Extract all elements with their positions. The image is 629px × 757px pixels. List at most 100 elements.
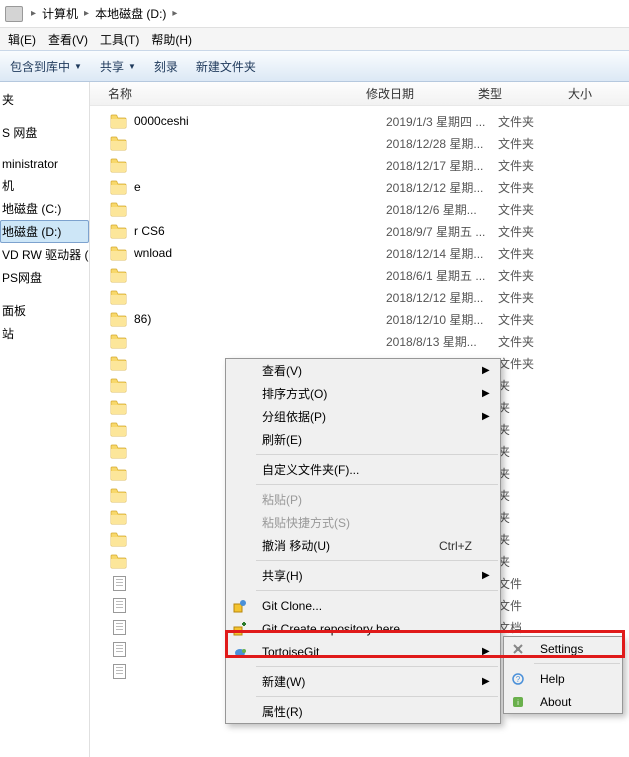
menu-item-label: Help	[532, 672, 604, 686]
menu-item-label: 查看(V)	[254, 362, 482, 379]
document-icon	[110, 576, 128, 591]
file-type: 文件夹	[498, 135, 586, 152]
file-type: 夹	[498, 399, 586, 416]
file-type: 文件夹	[498, 223, 586, 240]
folder-icon	[110, 180, 128, 195]
context-menu-item[interactable]: 排序方式(O)▶	[226, 382, 500, 405]
menu-edit[interactable]: 辑(E)	[2, 29, 42, 50]
column-type[interactable]: 类型	[478, 85, 568, 102]
file-date: 2018/12/14 星期...	[386, 245, 498, 262]
file-name: wnload	[134, 246, 386, 260]
sidebar-item[interactable]: S 网盘	[0, 121, 89, 144]
context-menu-item[interactable]: 查看(V)▶	[226, 359, 500, 382]
document-icon	[110, 598, 128, 613]
file-date: 2018/12/12 星期...	[386, 179, 498, 196]
file-row[interactable]: 0000ceshi2019/1/3 星期四 ...文件夹	[90, 110, 629, 132]
context-menu-item[interactable]: 共享(H)▶	[226, 564, 500, 587]
menu-help[interactable]: 帮助(H)	[145, 29, 198, 50]
column-size[interactable]: 大小	[568, 85, 592, 102]
file-row[interactable]: 86)2018/12/10 星期...文件夹	[90, 308, 629, 330]
navigation-pane[interactable]: 夹 S 网盘 ministrator机地磁盘 (C:)地磁盘 (D:)VD RW 驱…	[0, 82, 90, 757]
context-menu-item[interactable]: Git Clone...	[226, 594, 500, 617]
chevron-right-icon: ▸	[168, 8, 181, 19]
submenu-arrow-icon: ▶	[482, 365, 500, 376]
menu-item-label: 撤消 移动(U)	[254, 537, 439, 554]
sidebar-item[interactable]: 站	[0, 322, 89, 345]
file-row[interactable]: 2018/12/28 星期...文件夹	[90, 132, 629, 154]
context-menu-item[interactable]: 新建(W)▶	[226, 670, 500, 693]
settings-icon	[504, 642, 532, 656]
file-date: 2018/6/1 星期五 ...	[386, 267, 498, 284]
file-date: 2018/12/28 星期...	[386, 135, 498, 152]
submenu-item[interactable]: iAbout	[504, 690, 622, 713]
file-type: 文件	[498, 575, 586, 592]
separator	[534, 663, 620, 664]
folder-icon	[110, 290, 128, 305]
menu-item-label: 新建(W)	[254, 673, 482, 690]
file-type: 文件	[498, 597, 586, 614]
context-menu[interactable]: 查看(V)▶排序方式(O)▶分组依据(P)▶刷新(E)自定义文件夹(F)...粘…	[225, 358, 501, 724]
file-type: 文件夹	[498, 179, 586, 196]
file-row[interactable]: 2018/12/12 星期...文件夹	[90, 286, 629, 308]
sidebar-item[interactable]: ministrator	[0, 154, 89, 174]
tortoise-icon	[226, 645, 254, 659]
file-row[interactable]: r CS62018/9/7 星期五 ...文件夹	[90, 220, 629, 242]
submenu-arrow-icon: ▶	[482, 570, 500, 581]
file-date: 2018/8/13 星期...	[386, 333, 498, 350]
column-headers[interactable]: 名称 修改日期 类型 大小	[90, 82, 629, 106]
file-type: 文件夹	[498, 355, 586, 372]
context-menu-item[interactable]: 属性(R)	[226, 700, 500, 723]
file-row[interactable]: wnload2018/12/14 星期...文件夹	[90, 242, 629, 264]
folder-icon	[110, 444, 128, 459]
sidebar-item[interactable]: 地磁盘 (D:)	[0, 220, 89, 243]
toolbar-new-folder[interactable]: 新建文件夹	[196, 58, 256, 75]
file-row[interactable]: 2018/6/1 星期五 ...文件夹	[90, 264, 629, 286]
menu-item-label: TortoiseGit	[254, 645, 482, 659]
context-menu-item[interactable]: 分组依据(P)▶	[226, 405, 500, 428]
submenu-arrow-icon: ▶	[482, 388, 500, 399]
context-menu-item[interactable]: 刷新(E)	[226, 428, 500, 451]
toolbar-burn[interactable]: 刻录	[154, 58, 178, 75]
file-date: 2018/12/6 星期...	[386, 201, 498, 218]
submenu-item[interactable]: ?Help	[504, 667, 622, 690]
context-menu-item[interactable]: 撤消 移动(U)Ctrl+Z	[226, 534, 500, 557]
menu-tools[interactable]: 工具(T)	[94, 29, 145, 50]
file-row[interactable]: 2018/12/17 星期...文件夹	[90, 154, 629, 176]
menu-item-label: 属性(R)	[254, 703, 482, 720]
file-type: 文件夹	[498, 289, 586, 306]
breadcrumb-drive-d[interactable]: 本地磁盘 (D:)	[93, 5, 168, 22]
menu-view[interactable]: 查看(V)	[42, 29, 94, 50]
context-menu-item[interactable]: 自定义文件夹(F)...	[226, 458, 500, 481]
address-bar[interactable]: ▸ 计算机 ▸ 本地磁盘 (D:) ▸	[0, 0, 629, 28]
context-menu-item: 粘贴快捷方式(S)	[226, 511, 500, 534]
sidebar-item[interactable]: 夹	[0, 88, 89, 111]
context-menu-item[interactable]: TortoiseGit▶	[226, 640, 500, 663]
folder-icon	[110, 466, 128, 481]
folder-icon	[110, 532, 128, 547]
file-name: e	[134, 180, 386, 194]
file-type: 文件夹	[498, 157, 586, 174]
file-type: 文件夹	[498, 113, 586, 130]
tortoisegit-submenu[interactable]: Settings?HelpiAbout	[503, 636, 623, 714]
folder-icon	[110, 136, 128, 151]
sidebar-item[interactable]: VD RW 驱动器 (	[0, 243, 89, 266]
folder-icon	[110, 378, 128, 393]
sidebar-item[interactable]: 面板	[0, 299, 89, 322]
sidebar-item[interactable]: PS网盘	[0, 266, 89, 289]
column-date[interactable]: 修改日期	[366, 85, 478, 102]
menu-item-label: Git Create repository here...	[254, 622, 482, 636]
toolbar-share[interactable]: 共享 ▼	[100, 58, 136, 75]
column-name[interactable]: 名称	[108, 85, 366, 102]
toolbar-include-library[interactable]: 包含到库中 ▼	[10, 58, 82, 75]
sidebar-item[interactable]: 地磁盘 (C:)	[0, 197, 89, 220]
help-icon: ?	[504, 672, 532, 686]
file-row[interactable]: 2018/12/6 星期...文件夹	[90, 198, 629, 220]
context-menu-item[interactable]: Git Create repository here...	[226, 617, 500, 640]
sidebar-item[interactable]: 机	[0, 174, 89, 197]
file-row[interactable]: e2018/12/12 星期...文件夹	[90, 176, 629, 198]
submenu-item[interactable]: Settings	[504, 637, 622, 660]
separator	[256, 696, 498, 697]
file-row[interactable]: 2018/8/13 星期...文件夹	[90, 330, 629, 352]
folder-icon	[110, 224, 128, 239]
breadcrumb-computer[interactable]: 计算机	[40, 5, 80, 22]
